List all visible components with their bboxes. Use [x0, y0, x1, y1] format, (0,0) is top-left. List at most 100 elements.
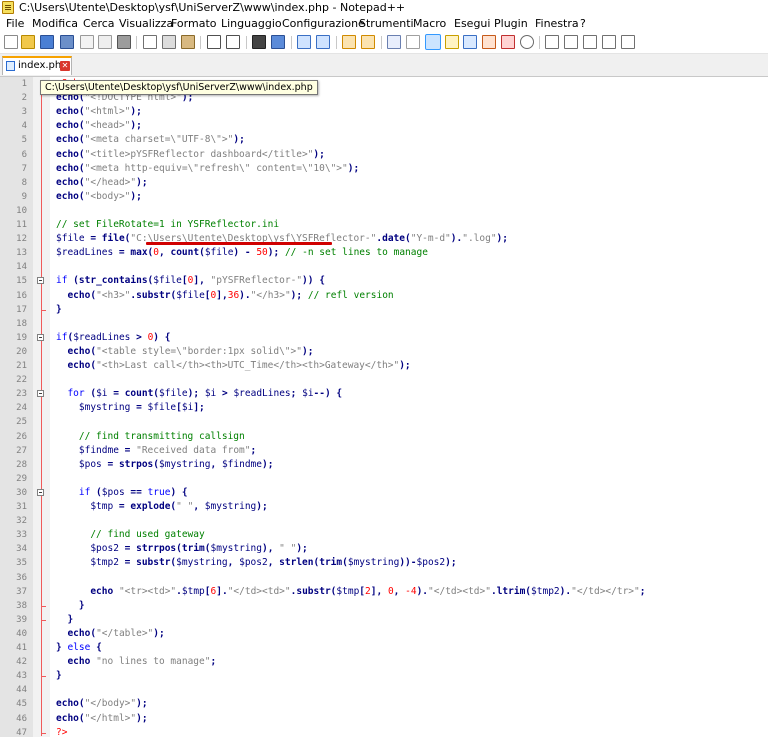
code-line[interactable]: 38 }: [0, 599, 768, 613]
close-icon[interactable]: [80, 35, 94, 49]
udl-icon[interactable]: [445, 35, 459, 49]
editor-pane[interactable]: 1<?php2echo("<!DOCTYPE html>");3echo("<h…: [0, 77, 768, 740]
tab-index-php[interactable]: index.php ✕: [2, 56, 72, 75]
code-line[interactable]: 27 $findme = "Received data from";: [0, 444, 768, 458]
folder-workspace-icon[interactable]: [501, 35, 515, 49]
word-wrap-icon[interactable]: [387, 35, 401, 49]
print-icon[interactable]: [117, 35, 131, 49]
save-macro-icon[interactable]: [621, 35, 635, 49]
code-line[interactable]: 22: [0, 373, 768, 387]
play-macro-icon[interactable]: [583, 35, 597, 49]
code-line[interactable]: 26 // find transmitting callsign: [0, 430, 768, 444]
code-line[interactable]: 21 echo("<th>Last call</th><th>UTC_Time<…: [0, 359, 768, 373]
code-line[interactable]: 31 $tmp = explode(" ", $mystring);: [0, 500, 768, 514]
open-file-icon[interactable]: [21, 35, 35, 49]
code-line[interactable]: 8 echo("</head>");: [0, 176, 768, 190]
code-line[interactable]: 32: [0, 514, 768, 528]
menu-strumenti[interactable]: Strumenti: [359, 16, 414, 32]
replace-icon[interactable]: [271, 35, 285, 49]
redo-icon[interactable]: [226, 35, 240, 49]
run-macro-multiple-icon[interactable]: [602, 35, 616, 49]
tab-close-icon[interactable]: ✕: [60, 61, 70, 71]
code-token: echo: [56, 162, 79, 174]
code-line[interactable]: 40 echo("</table>");: [0, 627, 768, 641]
copy-icon[interactable]: [162, 35, 176, 49]
menu-cerca[interactable]: Cerca: [83, 16, 115, 32]
close-all-icon[interactable]: [98, 35, 112, 49]
code-line[interactable]: 3 echo("<html>");: [0, 105, 768, 119]
code-line[interactable]: 10: [0, 204, 768, 218]
menu-linguaggio[interactable]: Linguaggio: [221, 16, 282, 32]
code-line[interactable]: 36: [0, 571, 768, 585]
code-line[interactable]: 46 echo("</html>");: [0, 712, 768, 726]
fold-toggle-icon[interactable]: [37, 488, 44, 496]
menu-macro[interactable]: Macro: [413, 16, 446, 32]
zoom-out-icon[interactable]: [316, 35, 330, 49]
menu-esegui[interactable]: Esegui: [454, 16, 490, 32]
fold-toggle-icon[interactable]: [37, 333, 44, 341]
find-icon[interactable]: [252, 35, 266, 49]
code-line[interactable]: 12 $file = file("C:\Users\Utente\Desktop\…: [0, 232, 768, 246]
code-line[interactable]: 30 if ($pos == true) {: [0, 486, 768, 500]
menu-visualizza[interactable]: Visualizza: [119, 16, 173, 32]
paste-icon[interactable]: [181, 35, 195, 49]
menu-file[interactable]: File: [6, 16, 24, 32]
code-line[interactable]: 20 echo("<table style=\"border:1px solid…: [0, 345, 768, 359]
save-all-icon[interactable]: [60, 35, 74, 49]
code-line[interactable]: 47 ?>: [0, 726, 768, 740]
menu-modifica[interactable]: Modifica: [32, 16, 78, 32]
code-line[interactable]: 41} else {: [0, 641, 768, 655]
show-all-chars-icon[interactable]: [406, 35, 420, 49]
code-line[interactable]: 28 $pos = strpos($mystring, $findme);: [0, 458, 768, 472]
code-line[interactable]: 34 $pos2 = strrpos(trim($mystring), " ")…: [0, 542, 768, 556]
record-macro-icon[interactable]: [545, 35, 559, 49]
line-number: 41: [16, 643, 27, 653]
code-line[interactable]: 39 }: [0, 613, 768, 627]
save-icon[interactable]: [40, 35, 54, 49]
zoom-in-icon[interactable]: [297, 35, 311, 49]
code-line[interactable]: 24 $mystring = $file[$i];: [0, 401, 768, 415]
code-line[interactable]: 5 echo("<meta charset=\"UTF-8\">");: [0, 133, 768, 147]
fold-toggle-icon[interactable]: [37, 277, 44, 285]
code-line[interactable]: 35 $tmp2 = substr($mystring, $pos2, strl…: [0, 556, 768, 570]
code-line[interactable]: 7 echo("<meta http-equiv=\"refresh\" cont…: [0, 162, 768, 176]
monitoring-icon[interactable]: [520, 35, 534, 49]
undo-icon[interactable]: [207, 35, 221, 49]
code-line[interactable]: 9 echo("<body>");: [0, 190, 768, 204]
code-line[interactable]: 13 $readLines = max(0, count($file) - 50)…: [0, 246, 768, 260]
menu-help[interactable]: ?: [580, 16, 586, 32]
code-line[interactable]: 15 if (str_contains($file[0], "pYSFReflec…: [0, 274, 768, 288]
fold-toggle-icon[interactable]: [37, 390, 44, 398]
menu-plugin[interactable]: Plugin: [494, 16, 528, 32]
code-line[interactable]: 16 echo("<h3>".substr($file[0],36)."</h3…: [0, 289, 768, 303]
code-line[interactable]: 29: [0, 472, 768, 486]
code-line[interactable]: 4 echo("<head>");: [0, 119, 768, 133]
code-token: "<h3>": [96, 289, 131, 301]
code-line[interactable]: 19 if($readLines > 0) {: [0, 331, 768, 345]
code-token: =: [118, 444, 137, 456]
code-line[interactable]: 11 // set FileRotate=1 in YSFReflector.in…: [0, 218, 768, 232]
doc-map-icon[interactable]: [463, 35, 477, 49]
menu-finestra[interactable]: Finestra: [535, 16, 579, 32]
code-line[interactable]: 18: [0, 317, 768, 331]
sync-horizontal-icon[interactable]: [361, 35, 375, 49]
indent-guide-icon[interactable]: [425, 34, 441, 50]
code-line[interactable]: 33 // find used gateway: [0, 528, 768, 542]
sync-vertical-icon[interactable]: [342, 35, 356, 49]
function-list-icon[interactable]: [482, 35, 496, 49]
code-line[interactable]: 6 echo("<title>pYSFReflector dashboard</t…: [0, 148, 768, 162]
code-line[interactable]: 44: [0, 683, 768, 697]
stop-macro-icon[interactable]: [564, 35, 578, 49]
menu-formato[interactable]: Formato: [171, 16, 217, 32]
menu-configurazione[interactable]: Configurazione: [282, 16, 365, 32]
code-line[interactable]: 42 echo "no lines to manage";: [0, 655, 768, 669]
code-line[interactable]: 23 for ($i = count($file); $i > $readLin…: [0, 387, 768, 401]
code-line[interactable]: 45 echo("</body>");: [0, 697, 768, 711]
code-line[interactable]: 37 echo "<tr><td>".$tmp[6]."</td><td>".s…: [0, 585, 768, 599]
new-file-icon[interactable]: [4, 35, 18, 49]
cut-icon[interactable]: [143, 35, 157, 49]
code-line[interactable]: 43}: [0, 669, 768, 683]
code-line[interactable]: 17}: [0, 303, 768, 317]
code-line[interactable]: 14: [0, 260, 768, 274]
code-line[interactable]: 25: [0, 415, 768, 429]
